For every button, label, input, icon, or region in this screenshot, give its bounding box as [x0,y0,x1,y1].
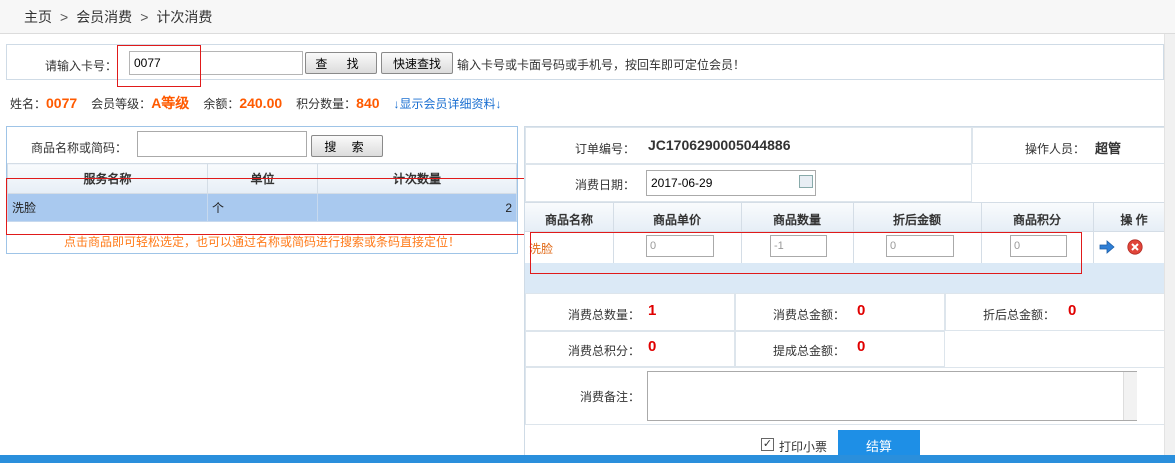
col-goods-name: 商品名称 [544,213,593,227]
card-input-highlight [117,45,201,87]
card-label: 请输入卡号： [45,59,118,73]
col-goods-action: 操 作 [1120,213,1148,227]
page-scrollbar[interactable] [1164,34,1175,455]
member-detail-link[interactable]: ↓显示会员详细资料↓ [394,97,502,111]
col-goods-qty: 商品数量 [772,213,821,227]
member-name: 0077 [46,95,78,111]
remark-scrollbar[interactable] [1123,372,1137,420]
date-label: 消费日期： [574,178,635,192]
breadcrumb-home[interactable]: 主页 [24,9,52,25]
print-receipt-label[interactable]: 打印小票 [779,438,827,455]
goods-row-highlight [530,232,1082,274]
remark-textarea[interactable] [647,371,1137,421]
commission: 0 [857,338,866,355]
member-info: 姓名：0077 会员等级：A等级 余额：240.00 积分数量：840 ↓显示会员详细资… [10,93,502,113]
balance-label: 余额： [203,97,240,111]
goods-search-input[interactable] [137,131,307,157]
total-points-label: 消费总积分： [567,344,640,358]
breadcrumb: 主页 > 会员消费 > 计次消费 [0,0,1175,34]
name-label: 姓名： [10,97,47,111]
level-label: 会员等级： [91,97,152,111]
member-balance: 240.00 [239,95,283,111]
quick-find-button[interactable]: 快速查找 [381,52,453,74]
total-points: 0 [648,338,657,355]
discount-total-label: 折后总金额： [982,308,1055,322]
calendar-icon[interactable] [799,175,813,188]
search-button[interactable]: 搜 索 [311,135,383,157]
goods-table-header: 商品名称 商品单价 商品数量 折后金额 商品积分 操 作 [525,202,1175,232]
service-hint: 点击商品即可轻松选定，也可以通过名称或简码进行搜索或条码直接定位！ [63,235,460,249]
bottom-bar [0,455,1175,463]
points-label: 积分数量： [296,97,357,111]
order-no: JC1706290005044886 [648,137,791,153]
col-goods-points: 商品积分 [1012,213,1061,227]
operator-name: 超管 [1095,141,1122,156]
col-goods-price: 商品单价 [652,213,701,227]
total-qty: 1 [648,302,657,319]
print-receipt-checkbox[interactable]: ✓ [761,438,774,451]
service-row-highlight [6,178,526,235]
discount-total: 0 [1068,302,1077,319]
member-level: A等级 [151,95,190,111]
commission-label: 提成总金额： [772,344,845,358]
date-input[interactable] [646,170,816,196]
card-search-bar: 请输入卡号： 查 找 快速查找 输入卡号或卡面号码或手机号，按回车即可定位会员！ [6,44,1164,87]
goods-search-label: 商品名称或简码： [31,141,128,155]
remark-label: 消费备注： [579,390,640,404]
order-panel: 订单编号： JC1706290005044886 操作人员： 超管 消费日期： … [524,126,1175,463]
delete-icon[interactable] [1127,239,1143,255]
card-hint: 输入卡号或卡面号码或手机号，按回车即可定位会员！ [457,58,746,72]
operator-label: 操作人员： [1024,142,1085,156]
arrow-right-icon[interactable] [1099,239,1115,255]
total-amount-label: 消费总金额： [772,308,845,322]
col-goods-discount: 折后金额 [892,213,941,227]
breadcrumb-count-consume: 计次消费 [156,9,213,25]
member-points: 840 [356,95,380,111]
find-button[interactable]: 查 找 [305,52,377,74]
total-qty-label: 消费总数量： [567,308,640,322]
total-amount: 0 [857,302,866,319]
breadcrumb-member-consume[interactable]: 会员消费 [76,9,132,25]
order-no-label: 订单编号： [574,142,635,156]
